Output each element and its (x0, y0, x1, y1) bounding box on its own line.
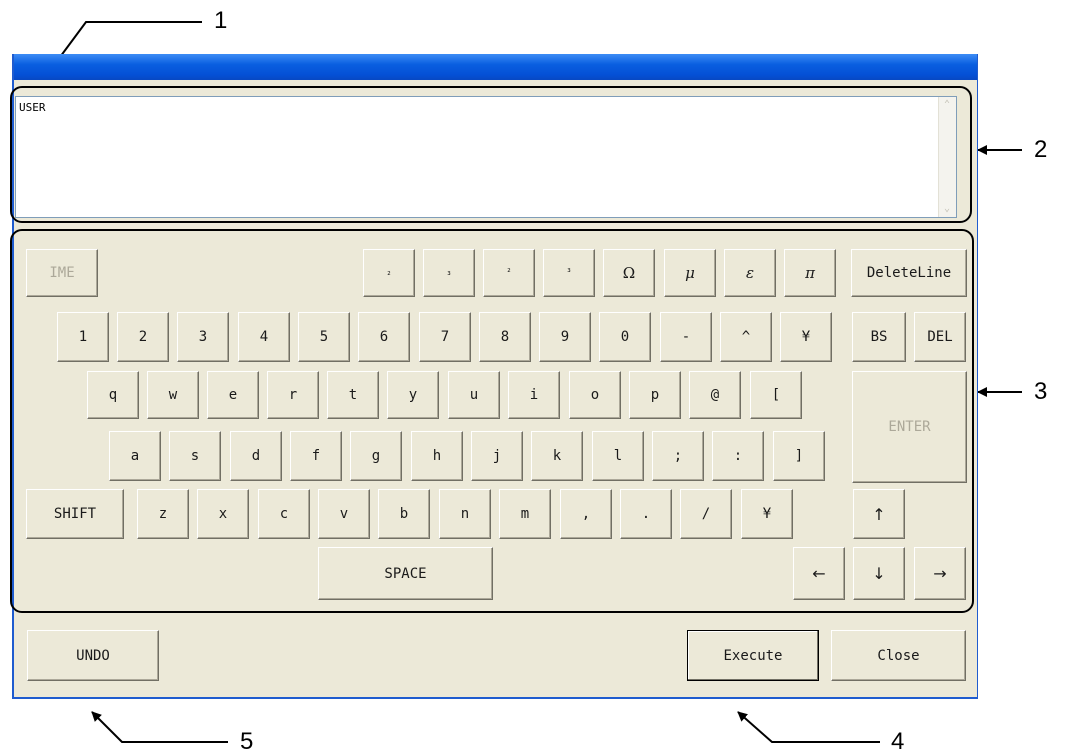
arrow-down-icon[interactable]: ↓ (853, 547, 905, 600)
key-d[interactable]: d (230, 431, 282, 481)
key-j[interactable]: j (471, 431, 523, 481)
key-shift[interactable]: SHIFT (26, 489, 124, 539)
key-7[interactable]: 7 (419, 312, 471, 362)
close-button[interactable]: Close (831, 630, 966, 681)
arrow-up-icon[interactable]: ↑ (853, 489, 905, 539)
key-3[interactable]: 3 (177, 312, 229, 362)
callout-line-4 (737, 711, 880, 743)
callout-number-2: 2 (1034, 136, 1048, 163)
key-5[interactable]: 5 (298, 312, 350, 362)
callout-number-3: 3 (1034, 378, 1048, 405)
key-l[interactable]: l (592, 431, 644, 481)
key-at[interactable]: @ (689, 371, 741, 419)
key-period[interactable]: . (620, 489, 672, 539)
key-comma[interactable]: , (560, 489, 612, 539)
key-pi[interactable]: π (784, 249, 836, 297)
key-enter[interactable]: ENTER (852, 371, 967, 483)
key-slash[interactable]: / (680, 489, 732, 539)
key-y[interactable]: y (387, 371, 439, 419)
key-minus[interactable]: - (660, 312, 712, 362)
key-a[interactable]: a (109, 431, 161, 481)
key-x[interactable]: x (197, 489, 249, 539)
key-superscript-3[interactable]: ³ (543, 249, 595, 297)
key-w[interactable]: w (147, 371, 199, 419)
key-semicolon[interactable]: ; (652, 431, 704, 481)
key-mu[interactable]: μ (664, 249, 716, 297)
key-f[interactable]: f (290, 431, 342, 481)
key-o[interactable]: o (569, 371, 621, 419)
key-0[interactable]: 0 (599, 312, 651, 362)
key-4[interactable]: 4 (238, 312, 290, 362)
key-n[interactable]: n (439, 489, 491, 539)
callout-line-5 (91, 711, 228, 743)
key-subscript-3[interactable]: ₃ (423, 249, 475, 297)
key-yen[interactable]: ¥ (780, 312, 832, 362)
key-superscript-2[interactable]: ² (483, 249, 535, 297)
key-backspace[interactable]: BS (852, 312, 906, 362)
key-epsilon[interactable]: ε (724, 249, 776, 297)
key-2[interactable]: 2 (117, 312, 169, 362)
title-bar[interactable] (14, 54, 977, 80)
callout-number-4: 4 (891, 728, 905, 755)
key-u[interactable]: u (448, 371, 500, 419)
key-q[interactable]: q (87, 371, 139, 419)
key-s[interactable]: s (169, 431, 221, 481)
execute-button[interactable]: Execute (687, 630, 819, 681)
key-delete-line[interactable]: DeleteLine (851, 249, 967, 297)
callout-number-1: 1 (214, 7, 228, 34)
key-p[interactable]: p (629, 371, 681, 419)
callout-number-5: 5 (240, 728, 254, 755)
key-g[interactable]: g (350, 431, 402, 481)
key-ime[interactable]: IME (26, 249, 98, 297)
key-space[interactable]: SPACE (318, 547, 493, 600)
key-6[interactable]: 6 (358, 312, 410, 362)
key-colon[interactable]: : (712, 431, 764, 481)
key-i[interactable]: i (508, 371, 560, 419)
key-subscript-2[interactable]: ₂ (363, 249, 415, 297)
key-delete[interactable]: DEL (914, 312, 966, 362)
key-z[interactable]: z (137, 489, 189, 539)
arrow-left-icon[interactable]: ← (793, 547, 845, 600)
key-k[interactable]: k (531, 431, 583, 481)
key-9[interactable]: 9 (539, 312, 591, 362)
undo-button[interactable]: UNDO (27, 630, 159, 681)
key-m[interactable]: m (499, 489, 551, 539)
arrow-right-icon[interactable]: → (914, 547, 966, 600)
key-c[interactable]: c (258, 489, 310, 539)
key-r[interactable]: r (267, 371, 319, 419)
key-v[interactable]: v (318, 489, 370, 539)
key-yen-2[interactable]: ¥ (741, 489, 793, 539)
key-h[interactable]: h (411, 431, 463, 481)
key-1[interactable]: 1 (57, 312, 109, 362)
callout-box-text-area (10, 86, 972, 223)
key-right-bracket[interactable]: ] (773, 431, 825, 481)
key-left-bracket[interactable]: [ (750, 371, 802, 419)
key-omega[interactable]: Ω (603, 249, 655, 297)
key-t[interactable]: t (327, 371, 379, 419)
key-b[interactable]: b (378, 489, 430, 539)
key-caret[interactable]: ^ (720, 312, 772, 362)
key-8[interactable]: 8 (479, 312, 531, 362)
key-e[interactable]: e (207, 371, 259, 419)
